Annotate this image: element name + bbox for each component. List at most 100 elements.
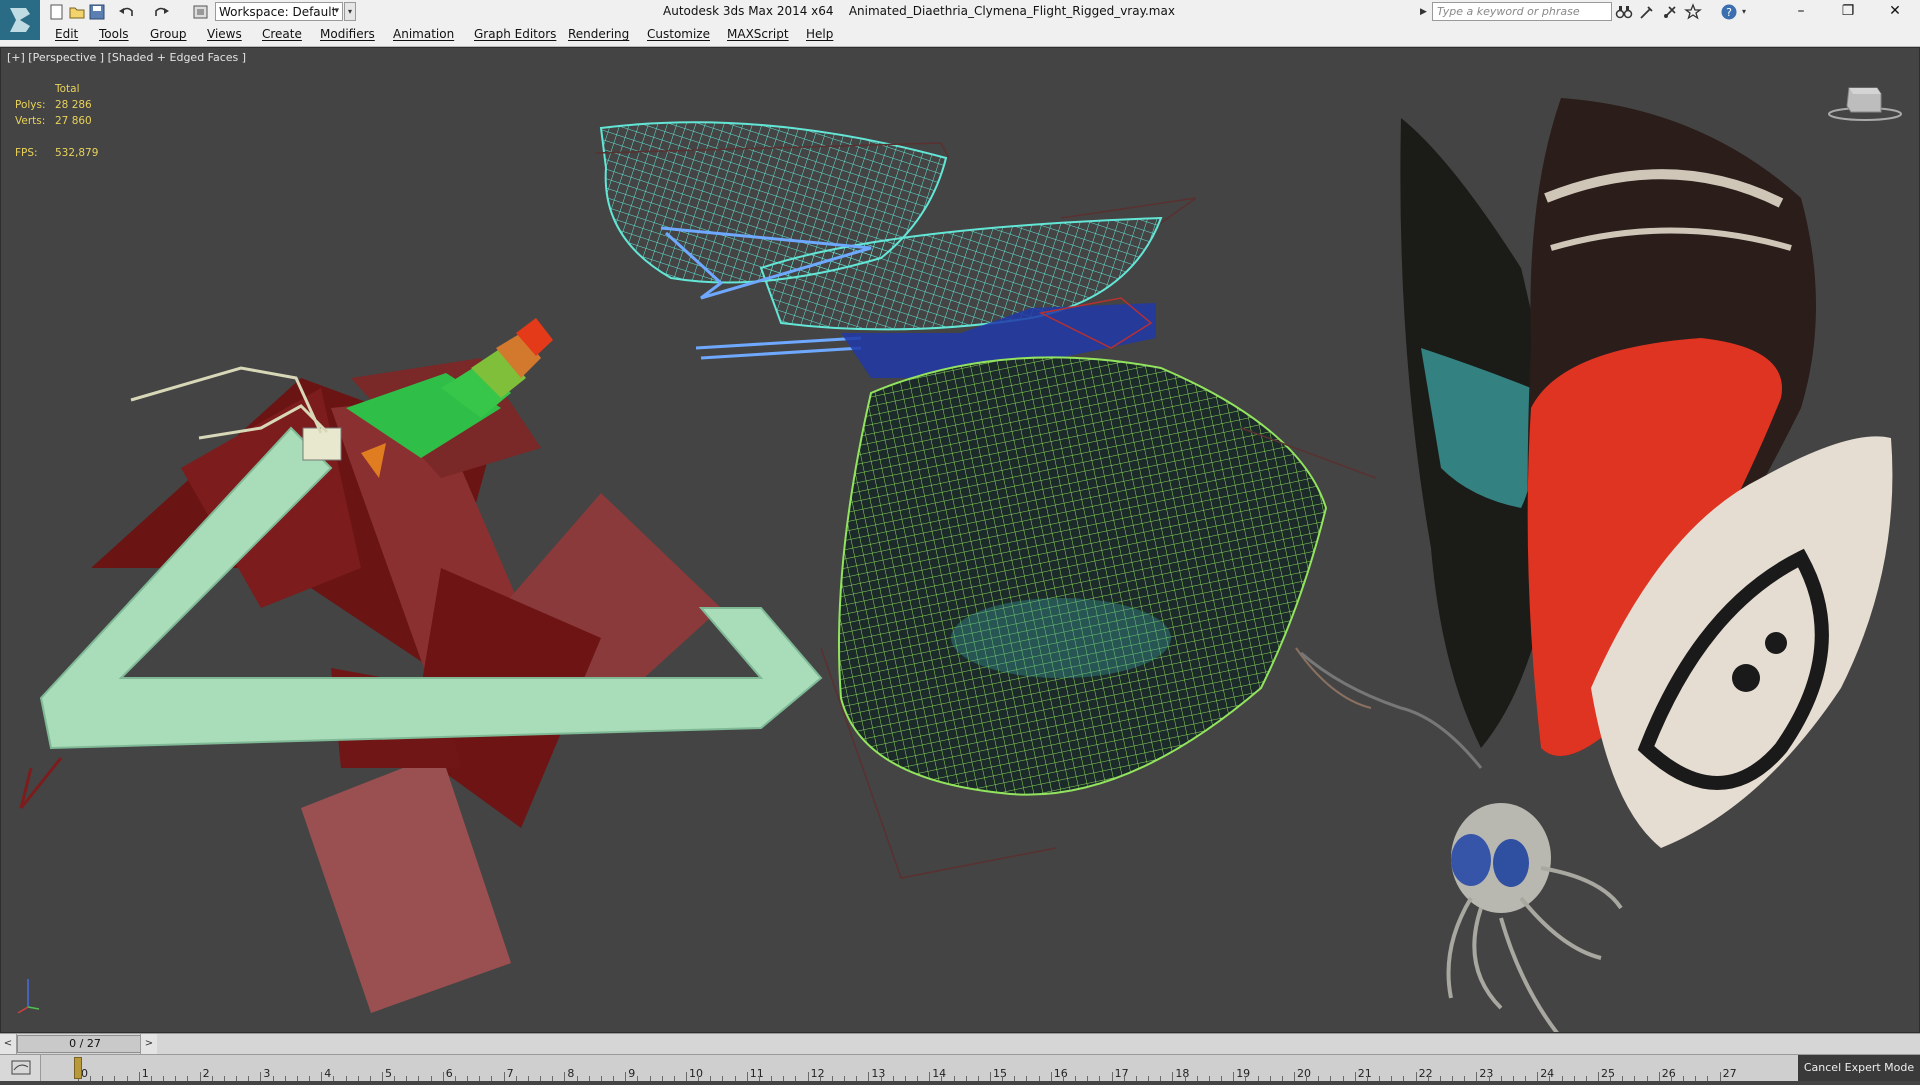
search-expand-icon[interactable]: ▶ <box>1420 3 1430 21</box>
timeline-minor-tick <box>892 1076 894 1081</box>
fps-value: 532,879 <box>55 147 99 159</box>
timeline-minor-tick <box>1075 1076 1077 1081</box>
timeline-minor-tick <box>236 1076 238 1081</box>
viewcube-icon[interactable] <box>1825 80 1905 125</box>
timeline-minor-tick <box>1379 1076 1381 1081</box>
timeline-tick-label: 21 <box>1357 1067 1372 1080</box>
new-file-icon[interactable] <box>48 3 66 21</box>
workspace-dropdown[interactable]: Workspace: Default ▾ <box>215 2 343 21</box>
timeline-minor-tick <box>406 1076 408 1081</box>
perspective-viewport[interactable]: [+] [Perspective ] [Shaded + Edged Faces… <box>0 47 1920 1033</box>
timeline-minor-tick <box>1622 1076 1624 1081</box>
wireframe-lower-wing[interactable] <box>820 356 1377 879</box>
current-frame-marker[interactable] <box>74 1057 82 1079</box>
timeline-minor-tick <box>1026 1076 1028 1081</box>
menu-rendering[interactable]: Rendering <box>568 27 629 41</box>
timeline-minor-tick <box>1500 1076 1502 1081</box>
timeline-tick-label: 27 <box>1722 1067 1737 1080</box>
timeline-tick-label: 10 <box>689 1067 703 1080</box>
timeline-minor-tick <box>211 1076 213 1081</box>
timeline-tick-label: 20 <box>1297 1067 1311 1080</box>
communication-center-icon[interactable] <box>1638 3 1656 21</box>
help-dropdown-icon[interactable]: ▾ <box>1742 3 1760 21</box>
menu-bar: Edit Tools Group Views Create Modifiers … <box>0 24 1920 47</box>
menu-help[interactable]: Help <box>806 27 833 41</box>
timeline-minor-tick <box>418 1076 420 1081</box>
menu-edit[interactable]: Edit <box>55 27 78 41</box>
timeline-minor-tick <box>1707 1076 1709 1081</box>
close-button[interactable]: ✕ <box>1872 0 1918 24</box>
timeline-minor-tick <box>1512 1076 1514 1081</box>
menu-views[interactable]: Views <box>207 27 242 41</box>
timeline-minor-tick <box>479 1076 481 1081</box>
timeline-minor-tick <box>1391 1076 1393 1081</box>
timeline-minor-tick <box>771 1076 773 1081</box>
timeline-tick-label: 7 <box>506 1067 514 1080</box>
track-bar[interactable]: 0 1 2 3 4 5 6 7 8 9 10 11 12 13 14 15 16 17 18 19 20 21 22 23 24… <box>0 1054 1920 1081</box>
rendered-butterfly[interactable] <box>1300 98 1893 1033</box>
timeline-minor-tick <box>1160 1076 1162 1081</box>
undo-icon[interactable] <box>118 3 136 21</box>
menu-modifiers[interactable]: Modifiers <box>320 27 375 41</box>
timeline-tick-label: 0 <box>81 1067 88 1080</box>
title-bar: Workspace: Default ▾ ▾ Autodesk 3ds Max 2… <box>0 0 1920 40</box>
save-file-icon[interactable] <box>88 3 106 21</box>
timeline-minor-tick <box>637 1076 639 1081</box>
timeline-minor-tick <box>540 1076 542 1081</box>
menu-create[interactable]: Create <box>262 27 302 41</box>
polys-label: Polys: <box>15 99 46 111</box>
viewport-label[interactable]: [+] [Perspective ] [Shaded + Edged Faces… <box>7 51 246 64</box>
timeline-minor-tick <box>284 1076 286 1081</box>
timeline-minor-tick <box>102 1076 104 1081</box>
open-file-icon[interactable] <box>68 3 86 21</box>
timeline-tick-label: 18 <box>1175 1067 1190 1080</box>
next-frame-button[interactable]: > <box>140 1034 157 1054</box>
timeline-minor-tick <box>1403 1076 1405 1081</box>
curve-editor-icon[interactable] <box>0 1055 41 1081</box>
timeline-minor-tick <box>880 1076 882 1081</box>
timeline-minor-tick <box>1525 1076 1527 1081</box>
menu-tools[interactable]: Tools <box>99 27 129 41</box>
cancel-expert-mode-button[interactable]: Cancel Expert Mode <box>1798 1055 1920 1081</box>
timeline-tick-label: 17 <box>1114 1067 1129 1080</box>
timeline-minor-tick <box>661 1076 663 1081</box>
redo-icon[interactable] <box>152 3 170 21</box>
chevron-down-icon: ▾ <box>334 6 339 16</box>
timeline-tick-label: 3 <box>263 1067 271 1080</box>
timeline-ruler[interactable]: 0 1 2 3 4 5 6 7 8 9 10 11 12 13 14 15 16 17 18 19 20 21 22 23 24… <box>40 1055 1800 1081</box>
timeline-minor-tick <box>1038 1076 1040 1081</box>
minimize-button[interactable]: – <box>1778 0 1824 24</box>
menu-group[interactable]: Group <box>150 27 187 41</box>
restore-button[interactable]: ❐ <box>1825 0 1871 24</box>
timeline-tick-label: 23 <box>1479 1067 1494 1080</box>
time-slider[interactable]: 0 / 27 <box>17 1035 153 1053</box>
menu-graph-editors[interactable]: Graph Editors <box>474 27 556 41</box>
time-slider-bar: < 0 / 27 > <box>0 1033 1920 1055</box>
timeline-minor-tick <box>430 1076 432 1081</box>
help-icon[interactable]: ? <box>1720 3 1738 21</box>
satellite-icon[interactable] <box>1661 3 1679 21</box>
menu-animation[interactable]: Animation <box>393 27 454 41</box>
rig-controls[interactable] <box>19 318 823 1013</box>
previous-frame-button[interactable]: < <box>0 1034 17 1054</box>
timeline-minor-tick <box>1561 1076 1563 1081</box>
workspace-menu-button[interactable]: ▾ <box>344 2 356 21</box>
star-icon[interactable] <box>1684 3 1702 21</box>
search-input[interactable]: Type a keyword or phrase <box>1432 2 1612 21</box>
timeline-minor-tick <box>491 1076 493 1081</box>
timeline-minor-tick <box>187 1076 189 1081</box>
menu-customize[interactable]: Customize <box>647 27 710 41</box>
project-folder-icon[interactable] <box>192 3 210 21</box>
timeline-minor-tick <box>1439 1076 1441 1081</box>
timeline-minor-tick <box>126 1076 128 1081</box>
timeline-minor-tick <box>844 1076 846 1081</box>
timeline-minor-tick <box>1366 1076 1368 1081</box>
menu-maxscript[interactable]: MAXScript <box>727 27 789 41</box>
wireframe-upper-wing[interactable] <box>595 121 1197 378</box>
app-logo-icon[interactable] <box>0 0 40 40</box>
binoculars-icon[interactable] <box>1615 3 1633 21</box>
scene-canvas[interactable] <box>1 48 1920 1033</box>
polys-value: 28 286 <box>55 99 92 111</box>
timeline-minor-tick <box>917 1076 919 1081</box>
timeline-minor-tick <box>1257 1076 1259 1081</box>
